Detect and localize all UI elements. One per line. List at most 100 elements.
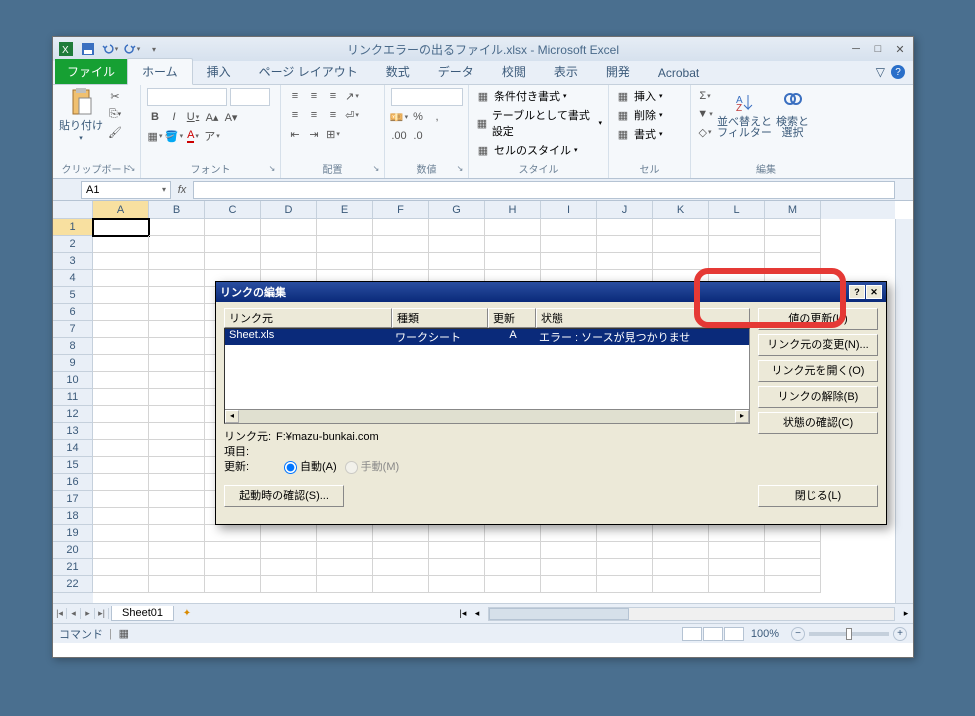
fill-icon[interactable]: ▼ <box>697 106 713 122</box>
macro-record-icon[interactable]: ▦ <box>116 626 132 642</box>
font-name-selector[interactable] <box>147 88 227 106</box>
listbox-scroll-left-icon[interactable]: ◂ <box>225 410 239 423</box>
decrease-font-icon[interactable]: A▾ <box>223 109 239 125</box>
maximize-button[interactable]: □ <box>869 43 887 56</box>
tab-formulas[interactable]: 数式 <box>372 59 424 84</box>
tab-acrobat[interactable]: Acrobat <box>644 62 713 84</box>
cell[interactable] <box>765 525 821 542</box>
increase-font-icon[interactable]: A▴ <box>204 109 220 125</box>
column-header[interactable]: I <box>541 201 597 219</box>
cell[interactable] <box>149 321 205 338</box>
row-header[interactable]: 10 <box>53 372 93 389</box>
column-header[interactable]: K <box>653 201 709 219</box>
cell[interactable] <box>149 219 205 236</box>
cell[interactable] <box>317 253 373 270</box>
align-middle-icon[interactable]: ≡ <box>306 88 322 104</box>
cell[interactable] <box>261 219 317 236</box>
row-header[interactable]: 16 <box>53 474 93 491</box>
align-top-icon[interactable]: ≡ <box>287 88 303 104</box>
cell[interactable] <box>317 576 373 593</box>
cell[interactable] <box>149 474 205 491</box>
vertical-scrollbar[interactable] <box>895 219 913 603</box>
sheet-tab[interactable]: Sheet01 <box>111 606 174 621</box>
row-header[interactable]: 1 <box>53 219 93 236</box>
find-select-button[interactable]: 検索と 選択 <box>776 88 809 140</box>
row-header[interactable]: 3 <box>53 253 93 270</box>
minimize-button[interactable]: ─ <box>847 43 865 56</box>
cell[interactable] <box>765 236 821 253</box>
percent-icon[interactable]: % <box>410 109 426 125</box>
sheet-last-icon[interactable]: ▸| <box>95 608 109 619</box>
cell[interactable] <box>429 253 485 270</box>
sheet-first-icon[interactable]: |◂ <box>53 608 67 619</box>
hscroll-thumb[interactable] <box>489 608 629 620</box>
link-row[interactable]: Sheet.xls ワークシート A エラー : ソースが見つかりませ <box>225 329 749 345</box>
decrease-indent-icon[interactable]: ⇤ <box>287 126 303 142</box>
comma-icon[interactable]: , <box>429 109 445 125</box>
select-all-button[interactable] <box>53 201 93 219</box>
cell[interactable] <box>373 219 429 236</box>
undo-icon[interactable] <box>101 40 119 58</box>
decrease-decimal-icon[interactable]: .0 <box>410 128 426 144</box>
links-listbox[interactable]: Sheet.xls ワークシート A エラー : ソースが見つかりませ ◂ ▸ <box>224 328 750 424</box>
cell[interactable] <box>93 253 149 270</box>
col-update[interactable]: 更新 <box>488 308 536 328</box>
cell[interactable] <box>317 525 373 542</box>
cell[interactable] <box>597 219 653 236</box>
cell[interactable] <box>485 542 541 559</box>
file-tab[interactable]: ファイル <box>55 59 127 84</box>
format-painter-icon[interactable]: 🖌 <box>107 124 123 140</box>
listbox-scroll-right-icon[interactable]: ▸ <box>735 410 749 423</box>
cell[interactable] <box>93 321 149 338</box>
row-header[interactable]: 18 <box>53 508 93 525</box>
cell[interactable] <box>653 236 709 253</box>
cell[interactable] <box>653 219 709 236</box>
cell[interactable] <box>597 236 653 253</box>
cell[interactable] <box>93 389 149 406</box>
check-status-button[interactable]: 状態の確認(C) <box>758 412 878 434</box>
cell[interactable] <box>205 559 261 576</box>
formula-input[interactable] <box>193 181 895 199</box>
cell[interactable] <box>709 542 765 559</box>
cell[interactable] <box>317 542 373 559</box>
orientation-icon[interactable]: ↗ <box>344 88 360 104</box>
column-header[interactable]: G <box>429 201 485 219</box>
row-header[interactable]: 13 <box>53 423 93 440</box>
col-type[interactable]: 種類 <box>392 308 488 328</box>
row-header[interactable]: 9 <box>53 355 93 372</box>
break-link-button[interactable]: リンクの解除(B) <box>758 386 878 408</box>
cell[interactable] <box>765 576 821 593</box>
cell[interactable] <box>653 576 709 593</box>
cell[interactable] <box>373 525 429 542</box>
row-header[interactable]: 7 <box>53 321 93 338</box>
help-icon[interactable]: ? <box>891 65 905 79</box>
format-as-table-button[interactable]: ▦テーブルとして書式設定▾ <box>475 107 602 139</box>
increase-indent-icon[interactable]: ⇥ <box>306 126 322 142</box>
row-header[interactable]: 15 <box>53 457 93 474</box>
cell[interactable] <box>317 236 373 253</box>
paste-button[interactable]: 貼り付け ▾ <box>59 88 103 142</box>
cell[interactable] <box>93 236 149 253</box>
column-header[interactable]: F <box>373 201 429 219</box>
cell[interactable] <box>653 253 709 270</box>
cell[interactable] <box>261 525 317 542</box>
cell[interactable] <box>261 576 317 593</box>
cell[interactable] <box>485 559 541 576</box>
row-header[interactable]: 6 <box>53 304 93 321</box>
page-layout-view-icon[interactable] <box>703 627 723 641</box>
cell[interactable] <box>149 389 205 406</box>
font-launcher[interactable]: ↘ <box>266 164 278 176</box>
name-box-dropdown-icon[interactable]: ▾ <box>162 185 166 194</box>
cell[interactable] <box>261 253 317 270</box>
hscroll-right-icon[interactable]: ▸ <box>899 608 913 619</box>
hscroll-left2-icon[interactable]: ◂ <box>470 608 484 619</box>
column-header[interactable]: B <box>149 201 205 219</box>
cell[interactable] <box>149 406 205 423</box>
cell[interactable] <box>149 491 205 508</box>
row-header[interactable]: 21 <box>53 559 93 576</box>
clipboard-launcher[interactable]: ↘ <box>126 164 138 176</box>
cell[interactable] <box>93 219 149 236</box>
listbox-hscroll[interactable]: ◂ ▸ <box>225 409 749 423</box>
cell[interactable] <box>709 576 765 593</box>
cell[interactable] <box>93 525 149 542</box>
